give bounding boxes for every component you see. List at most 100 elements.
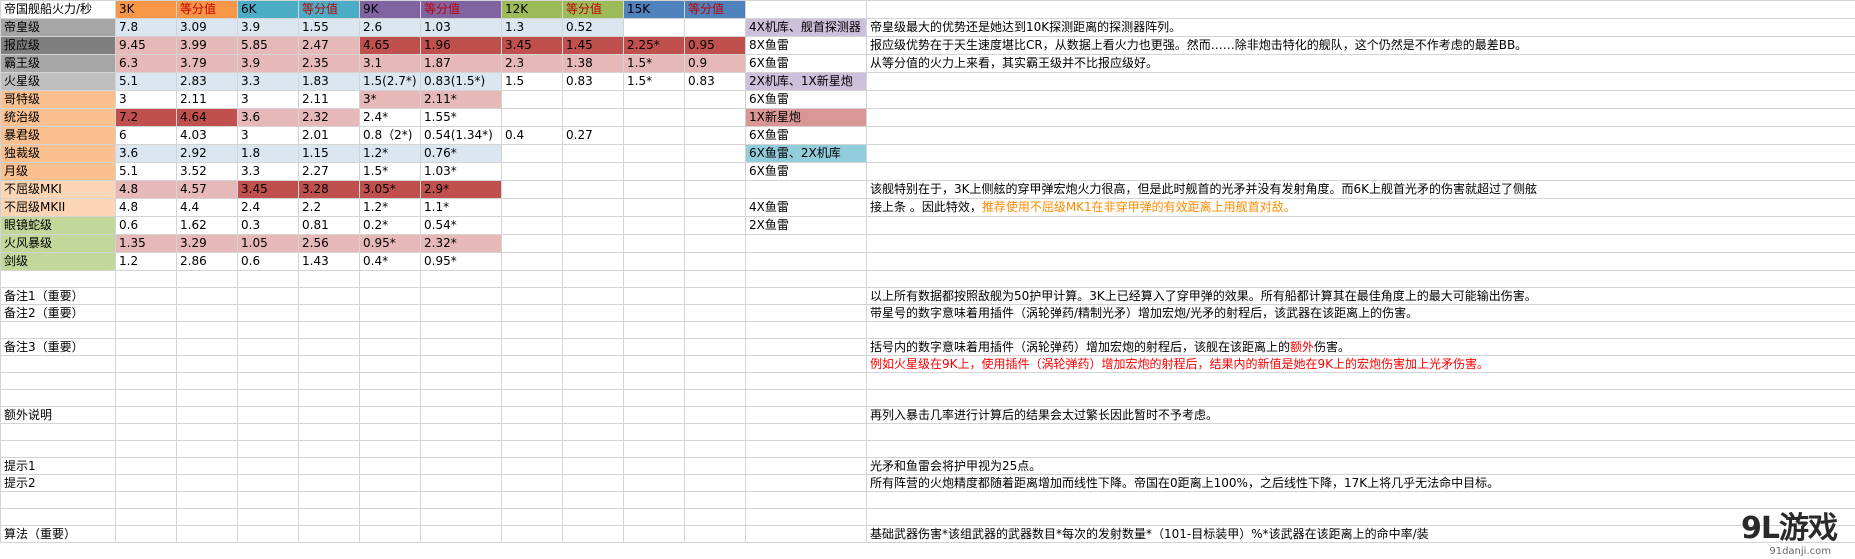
ship-value[interactable]: 0.52 xyxy=(562,18,624,37)
cell[interactable] xyxy=(359,525,421,543)
cell[interactable] xyxy=(684,321,746,339)
cell[interactable] xyxy=(501,338,563,356)
cell[interactable] xyxy=(420,508,502,526)
ship-weapon[interactable]: 6X鱼雷 xyxy=(745,162,867,181)
cell[interactable] xyxy=(562,491,624,509)
ship-note[interactable]: 该舰特别在于，3K上侧舷的穿甲弹宏炮火力很高，但是此时舰首的光矛并没有发射角度。… xyxy=(866,180,1855,199)
cell[interactable] xyxy=(745,355,867,373)
ship-value[interactable]: 1.5* xyxy=(623,54,685,73)
ship-note[interactable] xyxy=(866,234,1855,253)
cell[interactable] xyxy=(623,423,685,441)
ship-value[interactable] xyxy=(684,18,746,37)
cell[interactable] xyxy=(420,525,502,543)
ship-value[interactable]: 3.28 xyxy=(298,180,360,199)
cell[interactable] xyxy=(237,457,299,475)
cell[interactable] xyxy=(176,474,238,492)
ship-weapon[interactable]: 6X鱼雷 xyxy=(745,90,867,109)
cell[interactable] xyxy=(237,270,299,288)
cell[interactable] xyxy=(0,491,116,509)
cell[interactable] xyxy=(115,423,177,441)
ship-value[interactable]: 3.52 xyxy=(176,162,238,181)
cell[interactable] xyxy=(562,287,624,305)
ship-value[interactable]: 5.85 xyxy=(237,36,299,55)
cell[interactable] xyxy=(623,304,685,322)
ship-note[interactable] xyxy=(866,72,1855,91)
ship-value[interactable] xyxy=(562,90,624,109)
ship-value[interactable] xyxy=(623,108,685,127)
ship-value[interactable]: 1.43 xyxy=(298,252,360,271)
ship-weapon[interactable]: 8X鱼雷 xyxy=(745,36,867,55)
ship-note[interactable] xyxy=(866,216,1855,235)
cell[interactable] xyxy=(684,508,746,526)
cell[interactable] xyxy=(359,321,421,339)
cell[interactable] xyxy=(237,389,299,407)
ship-value[interactable] xyxy=(501,234,563,253)
cell[interactable] xyxy=(115,406,177,424)
ship-value[interactable] xyxy=(684,216,746,235)
ship-value[interactable] xyxy=(562,234,624,253)
ship-value[interactable]: 0.54* xyxy=(420,216,502,235)
cell[interactable] xyxy=(623,321,685,339)
cell[interactable] xyxy=(115,321,177,339)
cell[interactable] xyxy=(298,304,360,322)
column-header-ratio[interactable]: 等分值 xyxy=(176,0,238,19)
ship-value[interactable] xyxy=(501,252,563,271)
cell[interactable] xyxy=(176,508,238,526)
ship-value[interactable] xyxy=(562,162,624,181)
cell[interactable] xyxy=(745,525,867,543)
cell[interactable] xyxy=(745,491,867,509)
ship-value[interactable]: 3 xyxy=(115,90,177,109)
cell[interactable] xyxy=(501,491,563,509)
cell[interactable] xyxy=(237,508,299,526)
ship-value[interactable]: 0.4 xyxy=(501,126,563,145)
cell[interactable] xyxy=(359,287,421,305)
ship-value[interactable]: 4.8 xyxy=(115,180,177,199)
ship-weapon[interactable]: 1X新星炮 xyxy=(745,108,867,127)
ship-weapon[interactable]: 4X机库、舰首探测器 xyxy=(745,18,867,37)
ship-value[interactable]: 1.5 xyxy=(501,72,563,91)
ship-name[interactable]: 独裁级 xyxy=(0,144,116,163)
ship-value[interactable]: 6 xyxy=(115,126,177,145)
cell[interactable] xyxy=(562,355,624,373)
ship-value[interactable] xyxy=(684,126,746,145)
remark-label[interactable]: 算法（重要） xyxy=(0,525,116,543)
cell[interactable] xyxy=(298,423,360,441)
ship-value[interactable]: 3.45 xyxy=(501,36,563,55)
cell[interactable] xyxy=(176,440,238,458)
ship-value[interactable]: 7.2 xyxy=(115,108,177,127)
cell[interactable] xyxy=(562,406,624,424)
ship-name[interactable]: 统治级 xyxy=(0,108,116,127)
ship-note[interactable] xyxy=(866,252,1855,271)
cell[interactable] xyxy=(176,525,238,543)
cell[interactable] xyxy=(501,355,563,373)
ship-value[interactable]: 2.11 xyxy=(298,90,360,109)
cell[interactable] xyxy=(623,457,685,475)
ship-value[interactable]: 3.05* xyxy=(359,180,421,199)
cell[interactable] xyxy=(684,270,746,288)
cell[interactable] xyxy=(745,423,867,441)
ship-value[interactable] xyxy=(562,252,624,271)
ship-value[interactable] xyxy=(684,108,746,127)
cell[interactable] xyxy=(623,491,685,509)
ship-value[interactable]: 2.01 xyxy=(298,126,360,145)
ship-weapon[interactable]: 6X鱼雷 xyxy=(745,126,867,145)
ship-value[interactable]: 2.32 xyxy=(298,108,360,127)
cell[interactable] xyxy=(0,440,116,458)
ship-value[interactable]: 0.8（2*) xyxy=(359,126,421,145)
cell[interactable] xyxy=(298,270,360,288)
ship-name[interactable]: 剑级 xyxy=(0,252,116,271)
cell[interactable] xyxy=(684,338,746,356)
cell[interactable] xyxy=(623,287,685,305)
ship-value[interactable]: 0.83 xyxy=(562,72,624,91)
remark-text[interactable] xyxy=(866,508,1855,526)
ship-value[interactable]: 2.2 xyxy=(298,198,360,217)
ship-name[interactable]: 暴君级 xyxy=(0,126,116,145)
cell[interactable] xyxy=(501,406,563,424)
cell[interactable] xyxy=(684,287,746,305)
ship-name[interactable]: 火风暴级 xyxy=(0,234,116,253)
cell[interactable] xyxy=(0,355,116,373)
ship-value[interactable] xyxy=(501,162,563,181)
cell[interactable] xyxy=(237,372,299,390)
cell[interactable] xyxy=(684,372,746,390)
ship-name[interactable]: 火星级 xyxy=(0,72,116,91)
